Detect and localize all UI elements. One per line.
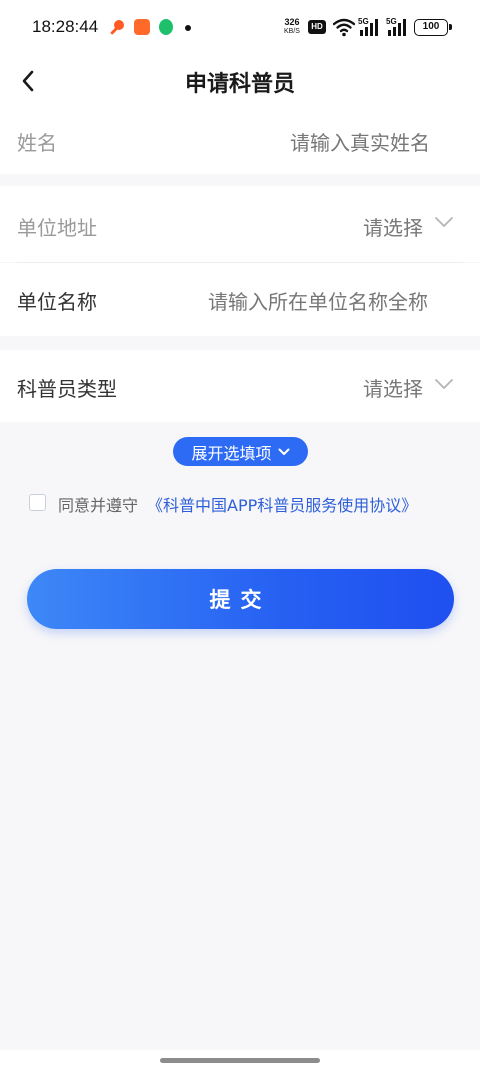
more-notifications-icon bbox=[185, 25, 191, 31]
unit-name-field-row[interactable]: 单位名称 请输入所在单位名称全称 bbox=[0, 263, 480, 336]
chevron-down-icon bbox=[435, 379, 453, 389]
expand-optional-label: 展开选填项 bbox=[191, 443, 272, 463]
svg-text:5G: 5G bbox=[358, 17, 369, 26]
home-indicator[interactable] bbox=[160, 1058, 320, 1063]
page-title: 申请科普员 bbox=[184, 72, 295, 97]
agreement-link[interactable]: 《科普中国APP科普员服务使用协议》 bbox=[147, 492, 417, 516]
signal-icon-2: 5G bbox=[386, 17, 406, 36]
status-time: 18:28:44 bbox=[32, 17, 99, 36]
agreement-text: 同意并遵守 bbox=[58, 496, 139, 515]
chat-notification-icon bbox=[159, 19, 173, 35]
chevron-down-icon bbox=[435, 217, 453, 227]
address-label: 单位地址 bbox=[17, 216, 97, 240]
wifi-icon bbox=[333, 18, 355, 37]
volunteer-type-select-value[interactable]: 请选择 bbox=[363, 373, 423, 402]
gesture-bar bbox=[0, 1050, 480, 1072]
agreement-checkbox[interactable] bbox=[29, 494, 46, 511]
status-bar: 18:28:44 326 KB/S HD 5G 5G 100 bbox=[0, 0, 480, 56]
submit-button[interactable]: 提交 bbox=[27, 569, 454, 629]
app-notification-icon bbox=[110, 20, 124, 35]
battery-icon: 100 bbox=[414, 19, 452, 36]
hd-voice-icon: HD bbox=[308, 20, 326, 34]
address-select-row[interactable]: 单位地址 请选择 bbox=[0, 186, 480, 262]
unit-name-label: 单位名称 bbox=[17, 290, 97, 314]
name-label: 姓名 bbox=[17, 131, 57, 155]
expand-optional-button[interactable]: 展开选填项 bbox=[173, 437, 308, 466]
chevron-down-icon bbox=[278, 448, 289, 455]
svg-text:5G: 5G bbox=[386, 17, 397, 26]
volunteer-type-select-row[interactable]: 科普员类型 请选择 bbox=[0, 350, 480, 422]
signal-icon: 5G bbox=[358, 17, 378, 36]
name-input[interactable]: 请输入真实姓名 bbox=[290, 127, 430, 156]
shop-notification-icon bbox=[134, 19, 150, 35]
unit-name-input[interactable]: 请输入所在单位名称全称 bbox=[208, 286, 428, 315]
nav-bar: 申请科普员 bbox=[0, 56, 480, 106]
name-field-row[interactable]: 姓名 请输入真实姓名 bbox=[0, 106, 480, 174]
volunteer-type-label: 科普员类型 bbox=[17, 377, 117, 401]
address-select-value[interactable]: 请选择 bbox=[363, 212, 423, 241]
network-speed: 326 KB/S bbox=[284, 17, 300, 36]
